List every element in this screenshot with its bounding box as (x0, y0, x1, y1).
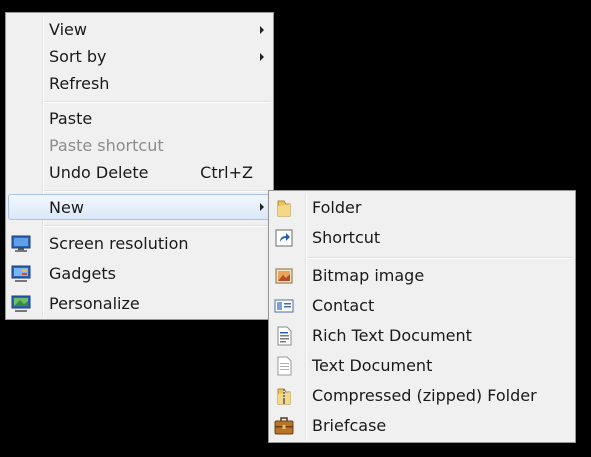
menu-item-sort-by[interactable]: Sort by (8, 44, 271, 70)
submenu-item-briefcase[interactable]: Briefcase (271, 413, 573, 439)
submenu-arrow-icon (260, 203, 264, 211)
menu-item-label: Refresh (49, 74, 110, 93)
submenu-item-compressed-folder[interactable]: Compressed (zipped) Folder (271, 383, 573, 409)
menu-item-screen-resolution[interactable]: Screen resolution (8, 231, 271, 257)
menu-item-label: Contact (312, 296, 375, 315)
menu-item-label: Undo Delete (49, 163, 149, 182)
new-submenu: Folder Shortcut Bitmap image Contact Ric… (268, 190, 576, 443)
submenu-item-rich-text-document[interactable]: Rich Text Document (271, 323, 573, 349)
zipped-folder-icon (274, 386, 294, 406)
menu-item-label: Paste shortcut (49, 136, 164, 155)
menu-item-label: Briefcase (312, 416, 387, 435)
menu-item-paste[interactable]: Paste (8, 106, 271, 132)
menu-item-view[interactable]: View (8, 17, 271, 43)
menu-item-gadgets[interactable]: Gadgets (8, 261, 271, 287)
submenu-item-folder[interactable]: Folder (271, 195, 573, 221)
bitmap-image-icon (274, 266, 294, 286)
submenu-item-bitmap-image[interactable]: Bitmap image (271, 263, 573, 289)
text-document-icon (274, 356, 294, 376)
submenu-arrow-icon (260, 53, 264, 61)
menu-item-label: Text Document (312, 356, 433, 375)
menu-item-paste-shortcut: Paste shortcut (8, 133, 271, 159)
menu-separator (44, 190, 271, 192)
menu-item-refresh[interactable]: Refresh (8, 71, 271, 97)
submenu-item-text-document[interactable]: Text Document (271, 353, 573, 379)
menu-item-new[interactable]: New (8, 194, 271, 220)
briefcase-icon (274, 416, 294, 436)
menu-item-personalize[interactable]: Personalize (8, 291, 271, 317)
menu-item-label: Sort by (49, 47, 107, 66)
rich-text-document-icon (274, 326, 294, 346)
menu-separator (44, 225, 271, 227)
screen-resolution-icon (11, 234, 31, 254)
menu-item-label: Shortcut (312, 228, 381, 247)
folder-icon (274, 198, 294, 218)
menu-item-label: Screen resolution (49, 234, 189, 253)
submenu-item-shortcut[interactable]: Shortcut (271, 225, 573, 251)
menu-item-label: Bitmap image (312, 266, 425, 285)
menu-item-label: View (49, 20, 87, 39)
menu-item-label: Gadgets (49, 264, 116, 283)
menu-item-label: Compressed (zipped) Folder (312, 386, 537, 405)
menu-item-shortcut: Ctrl+Z (200, 163, 253, 182)
submenu-item-contact[interactable]: Contact (271, 293, 573, 319)
shortcut-icon (274, 228, 294, 248)
menu-item-label: Personalize (49, 294, 140, 313)
desktop-context-menu: View Sort by Refresh Paste Paste shortcu… (5, 12, 274, 320)
menu-separator (44, 101, 271, 103)
submenu-arrow-icon (260, 26, 264, 34)
menu-item-label: Folder (312, 198, 362, 217)
menu-item-label: New (49, 198, 84, 217)
gadgets-icon (11, 264, 31, 284)
menu-item-undo-delete[interactable]: Undo Delete Ctrl+Z (8, 160, 271, 186)
personalize-icon (11, 294, 31, 314)
menu-separator (307, 257, 573, 259)
menu-item-label: Rich Text Document (312, 326, 472, 345)
contact-icon (274, 296, 294, 316)
menu-item-label: Paste (49, 109, 93, 128)
